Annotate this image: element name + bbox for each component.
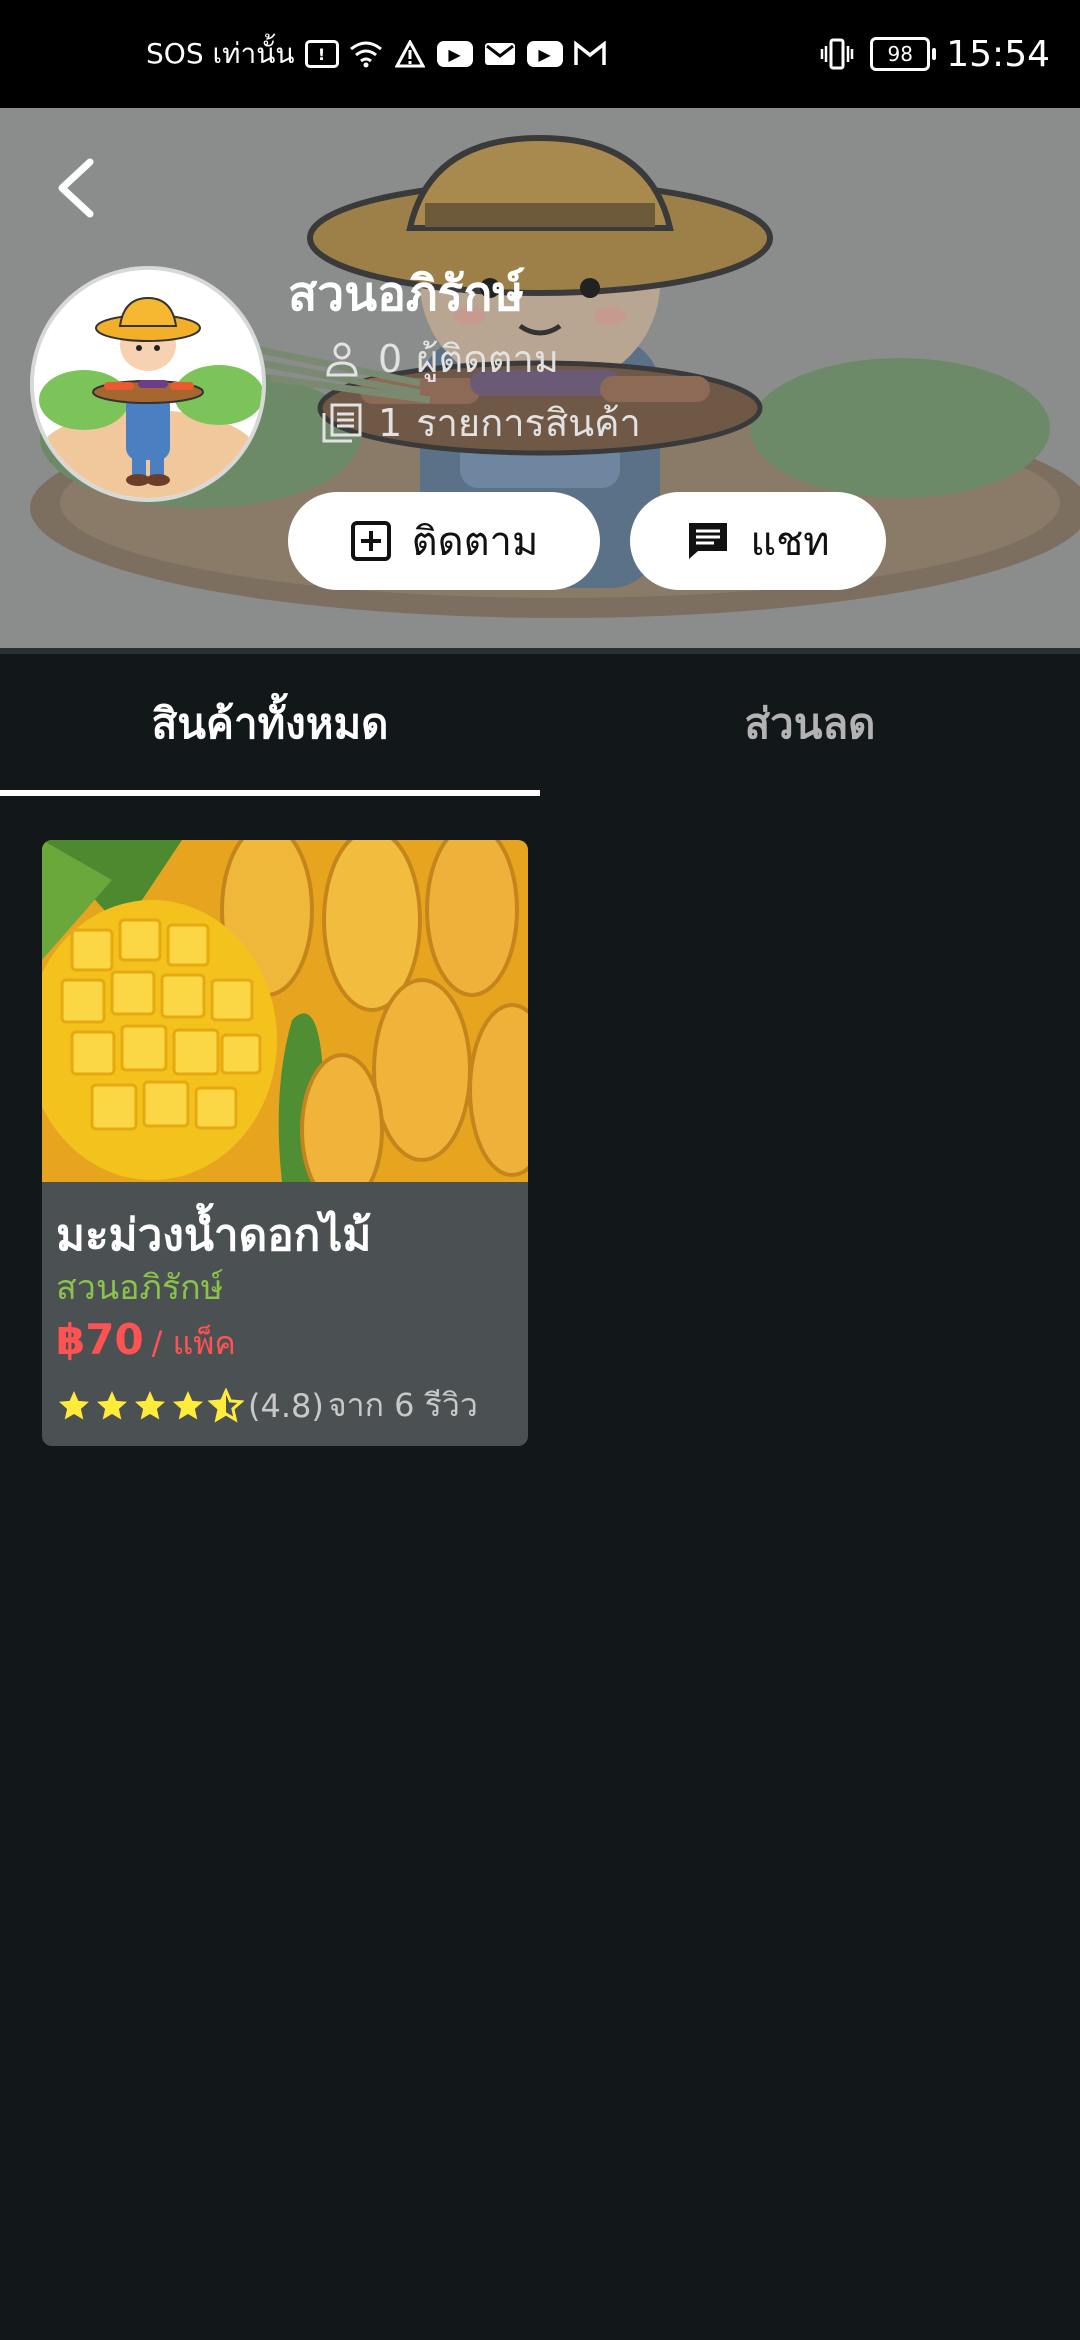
vibrate-icon bbox=[820, 38, 854, 70]
tab-discount[interactable]: ส่วนลด bbox=[540, 654, 1080, 794]
status-right: 98 15:54 bbox=[820, 0, 1050, 108]
followers-count: 0 bbox=[378, 336, 403, 381]
products-count: 1 bbox=[378, 400, 403, 445]
follow-button[interactable]: ติดตาม bbox=[288, 492, 600, 590]
wifi-icon bbox=[349, 39, 383, 69]
star-icon bbox=[97, 1390, 127, 1419]
youtube-icon: ▶ bbox=[436, 41, 473, 67]
products-label: รายการสินค้า bbox=[416, 401, 641, 445]
review-count: จาก 6 รีวิว bbox=[327, 1386, 478, 1424]
follow-label: ติดตาม bbox=[411, 519, 539, 565]
product-price: ฿70 / แพ็ค bbox=[56, 1315, 236, 1369]
back-button[interactable] bbox=[42, 148, 112, 228]
price-unit: / แพ็ค bbox=[151, 1324, 236, 1362]
products-row: 1 รายการสินค้า bbox=[320, 392, 641, 453]
mail-icon bbox=[483, 39, 517, 69]
star-icon bbox=[59, 1390, 89, 1419]
list-icon bbox=[322, 403, 362, 442]
rating-stars bbox=[56, 1387, 244, 1424]
youtube-icon: ▶ bbox=[526, 41, 563, 67]
star-icon bbox=[173, 1390, 203, 1419]
shop-name: สวนอภิรักษ์ bbox=[288, 266, 525, 322]
alert-icon: ! bbox=[304, 40, 339, 68]
star-half-icon bbox=[208, 1387, 244, 1423]
battery-icon: 98 bbox=[870, 37, 937, 71]
followers-label: ผู้ติดตาม bbox=[416, 337, 559, 381]
add-box-icon bbox=[350, 521, 391, 561]
status-left: SOS เท่านั้น ! ▶ ▶ bbox=[146, 0, 607, 108]
followers-row: 0 ผู้ติดตาม bbox=[320, 328, 559, 389]
chat-icon bbox=[689, 523, 728, 559]
star-icon bbox=[135, 1390, 165, 1419]
product-rating: (4.8) จาก 6 รีวิว bbox=[56, 1380, 478, 1431]
product-image bbox=[42, 840, 528, 1182]
chevron-left-icon bbox=[58, 158, 94, 218]
price-amount: ฿70 bbox=[56, 1315, 144, 1364]
chat-button[interactable]: แชท bbox=[630, 492, 886, 590]
battery-level: 98 bbox=[887, 42, 913, 66]
warning-icon bbox=[393, 39, 427, 69]
clock: 15:54 bbox=[946, 33, 1050, 75]
shop-header: สวนอภิรักษ์ 0 ผู้ติดตาม 1 รายการสินค้า ต… bbox=[0, 108, 1080, 648]
person-icon bbox=[326, 342, 358, 376]
chat-label: แชท bbox=[750, 519, 830, 565]
shop-avatar bbox=[30, 266, 266, 502]
product-card[interactable]: มะม่วงน้ำดอกไม้ สวนอภิรักษ์ ฿70 / แพ็ค (… bbox=[42, 840, 528, 1446]
gmail-icon bbox=[573, 39, 607, 69]
status-bar: SOS เท่านั้น ! ▶ ▶ 98 15:54 bbox=[0, 0, 1080, 108]
product-shop-name: สวนอภิรักษ์ bbox=[56, 1268, 224, 1308]
carrier-text: SOS เท่านั้น bbox=[146, 37, 295, 70]
active-tab-indicator bbox=[0, 790, 540, 796]
tab-all-products[interactable]: สินค้าทั้งหมด bbox=[0, 654, 540, 794]
rating-value: (4.8) bbox=[248, 1386, 324, 1425]
